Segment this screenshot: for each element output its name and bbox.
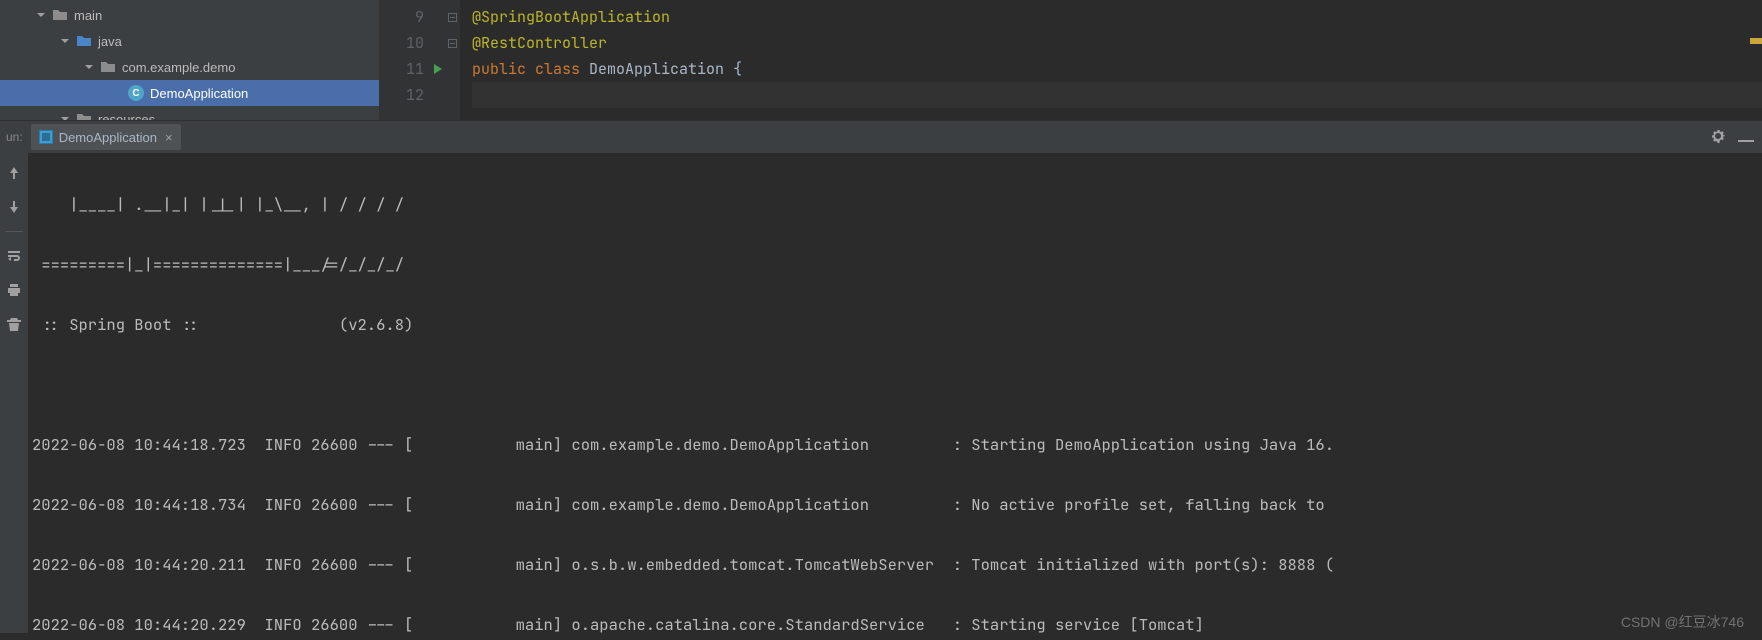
console-line: 2022-06-08 10:44:18.734 INFO 26600 --- [… [32, 490, 1758, 520]
chevron-down-icon [84, 62, 94, 72]
console-line: :: Spring Boot :: (v2.6.8) [32, 310, 1758, 340]
console-line: 2022-06-08 10:44:20.229 INFO 26600 --- [… [32, 610, 1758, 633]
keyword: class [535, 59, 589, 79]
trash-icon[interactable] [4, 314, 24, 334]
fold-gutter [444, 0, 460, 120]
run-config-tab[interactable]: DemoApplication × [31, 124, 181, 150]
soft-wrap-icon[interactable] [4, 246, 24, 266]
scroll-down-icon[interactable] [4, 197, 24, 217]
line-number: 9 [380, 4, 444, 30]
brace: { [733, 59, 742, 79]
class-name: DemoApplication [589, 59, 733, 79]
console-line: 2022-06-08 10:44:20.211 INFO 26600 --- [… [32, 550, 1758, 580]
tree-item-class-selected[interactable]: C DemoApplication [0, 80, 379, 106]
project-tree[interactable]: main java com.example.demo C DemoApplica… [0, 0, 380, 120]
code-editor[interactable]: 9 10 11 12 @SpringBootApplication @RestC… [380, 0, 1762, 120]
gear-icon[interactable] [1710, 128, 1726, 147]
line-number-gutter: 9 10 11 12 [380, 0, 444, 120]
console-output[interactable]: |____| .__|_| |_|_| |_\__, | / / / / ===… [28, 153, 1762, 633]
editor-warning-marker[interactable] [1750, 38, 1762, 44]
tree-label: resources [98, 112, 155, 121]
annotation: @SpringBootApplication [472, 7, 670, 27]
console-line: 2022-06-08 10:44:18.723 INFO 26600 --- [… [32, 430, 1758, 460]
annotation: @RestController [472, 33, 607, 53]
tree-label: com.example.demo [122, 60, 235, 75]
tree-item-resources[interactable]: resources [0, 106, 379, 120]
run-panel-label: un: [6, 130, 23, 144]
chevron-down-icon [60, 36, 70, 46]
folder-icon [76, 111, 92, 120]
run-line-icon[interactable] [434, 64, 442, 74]
minimize-icon[interactable] [1738, 140, 1754, 142]
code-area[interactable]: @SpringBootApplication @RestController p… [460, 0, 1762, 120]
folder-icon [52, 7, 68, 23]
console-line: =========|_|==============|___/=/_/_/_/ [32, 250, 1758, 280]
tree-item-java[interactable]: java [0, 28, 379, 54]
tree-label: java [98, 34, 122, 49]
keyword: public [472, 59, 535, 79]
line-number: 12 [380, 82, 444, 108]
print-icon[interactable] [4, 280, 24, 300]
scroll-up-icon[interactable] [4, 163, 24, 183]
tree-label: DemoApplication [150, 86, 248, 101]
run-tool-window: un: DemoApplication × |____| .__|_| |_|_… [0, 120, 1762, 633]
watermark: CSDN @红豆冰746 [1621, 612, 1744, 632]
separator [5, 231, 23, 232]
fold-icon[interactable] [448, 13, 457, 22]
chevron-down-icon [36, 10, 46, 20]
tree-item-package[interactable]: com.example.demo [0, 54, 379, 80]
console-blank [32, 370, 1758, 400]
run-toolbar-left [0, 153, 28, 633]
package-icon [100, 59, 116, 75]
tree-item-main[interactable]: main [0, 2, 379, 28]
folder-icon [76, 33, 92, 49]
class-icon: C [128, 85, 144, 101]
run-tab-bar: un: DemoApplication × [0, 121, 1762, 153]
close-icon[interactable]: × [165, 130, 173, 145]
console-line: |____| .__|_| |_|_| |_\__, | / / / / [32, 190, 1758, 220]
chevron-down-icon [60, 114, 70, 120]
tree-label: main [74, 8, 102, 23]
line-number[interactable]: 11 [380, 56, 444, 82]
run-config-label: DemoApplication [59, 130, 157, 145]
line-number: 10 [380, 30, 444, 56]
fold-icon[interactable] [448, 39, 457, 48]
run-config-icon [39, 130, 53, 144]
